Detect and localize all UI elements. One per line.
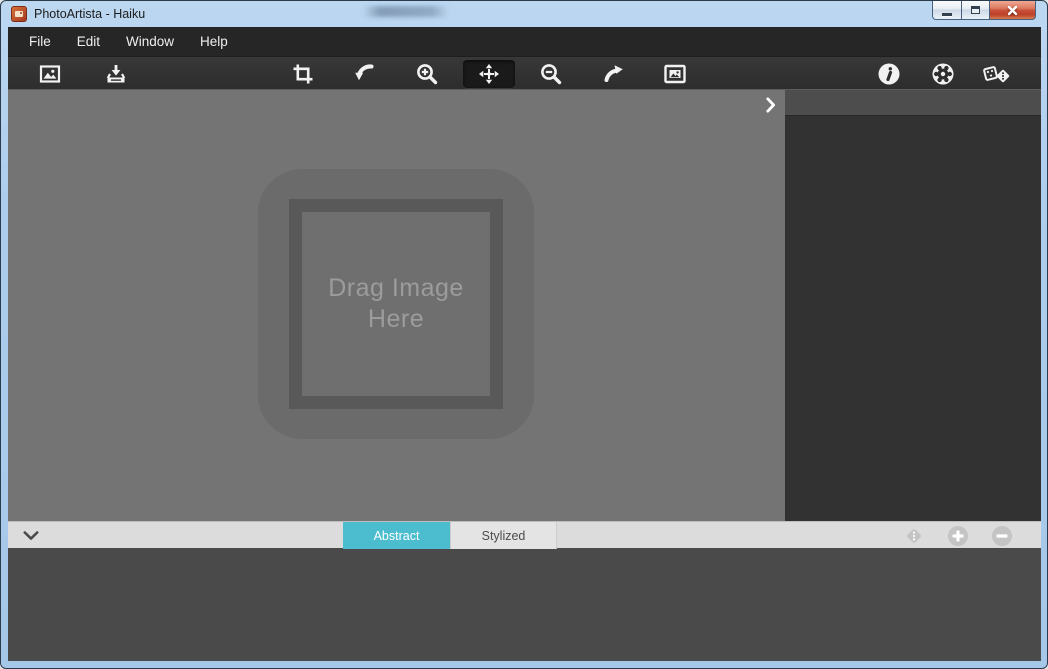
tab-stylized[interactable]: Stylized [450, 522, 557, 549]
image-icon [662, 62, 688, 86]
menu-file[interactable]: File [16, 27, 64, 56]
randomize-button[interactable] [975, 60, 1019, 88]
tab-bar-controls [899, 525, 1017, 546]
dice-icon [982, 62, 1012, 86]
preset-tab-bar: Abstract Stylized [8, 521, 1041, 548]
remove-preset-button[interactable] [987, 525, 1017, 546]
close-icon [1007, 5, 1018, 16]
toolbar-center-group [277, 59, 701, 88]
rotate-button[interactable] [339, 60, 391, 88]
menu-bar: File Edit Window Help [8, 27, 1041, 56]
toolbar-right-group [867, 59, 1019, 88]
menu-help[interactable]: Help [187, 27, 241, 56]
menu-window[interactable]: Window [113, 27, 187, 56]
info-button[interactable] [867, 60, 911, 88]
app-content: File Edit Window Help [8, 27, 1041, 661]
zoom-in-icon [415, 62, 439, 86]
randomize-preset-button[interactable] [899, 525, 929, 546]
app-window: PhotoArtista - Haiku File Edit Window He… [0, 0, 1048, 669]
side-panel [785, 89, 1041, 521]
add-preset-button[interactable] [943, 525, 973, 546]
tabs: Abstract Stylized [343, 522, 557, 549]
crop-button[interactable] [277, 60, 329, 88]
open-image-icon [37, 62, 63, 86]
canvas[interactable]: Drag Image Here [8, 89, 785, 521]
move-button[interactable] [463, 60, 515, 88]
toolbar [8, 56, 1041, 89]
zoom-in-button[interactable] [401, 60, 453, 88]
panel-toggle-button[interactable] [764, 96, 778, 114]
dropzone-frame: Drag Image Here [289, 199, 503, 409]
rotate-icon [353, 62, 377, 86]
dice-icon [902, 525, 926, 547]
minus-icon [991, 525, 1013, 547]
side-panel-header [785, 89, 1041, 116]
collapse-button[interactable] [21, 529, 41, 543]
title-bar[interactable]: PhotoArtista - Haiku [1, 1, 1047, 27]
zoom-out-button[interactable] [525, 60, 577, 88]
crop-icon [291, 62, 315, 86]
settings-button[interactable] [921, 60, 965, 88]
redo-icon [601, 62, 625, 86]
info-icon [877, 62, 901, 86]
toolbar-left-group [24, 59, 142, 88]
maximize-icon [971, 6, 980, 14]
save-button[interactable] [90, 60, 142, 88]
app-icon [11, 6, 27, 22]
main-area: Drag Image Here [8, 89, 1041, 521]
dropzone-label: Drag Image Here [316, 273, 476, 336]
preset-filmstrip[interactable] [8, 548, 1041, 661]
maximize-button[interactable] [962, 1, 990, 20]
image-button[interactable] [649, 60, 701, 88]
move-icon [477, 62, 501, 86]
tab-abstract[interactable]: Abstract [343, 522, 450, 549]
chevron-down-icon [23, 531, 39, 541]
plus-icon [947, 525, 969, 547]
close-button[interactable] [990, 1, 1036, 20]
open-image-button[interactable] [24, 60, 76, 88]
minimize-button[interactable] [932, 1, 962, 20]
zoom-out-icon [539, 62, 563, 86]
blurred-text [363, 6, 449, 17]
window-title: PhotoArtista - Haiku [34, 7, 145, 21]
menu-edit[interactable]: Edit [64, 27, 113, 56]
minimize-icon [942, 13, 952, 16]
settings-icon [931, 62, 955, 86]
save-icon [103, 62, 129, 86]
window-controls [932, 1, 1036, 20]
redo-button[interactable] [587, 60, 639, 88]
chevron-right-icon [766, 97, 776, 113]
image-dropzone[interactable]: Drag Image Here [258, 169, 534, 439]
